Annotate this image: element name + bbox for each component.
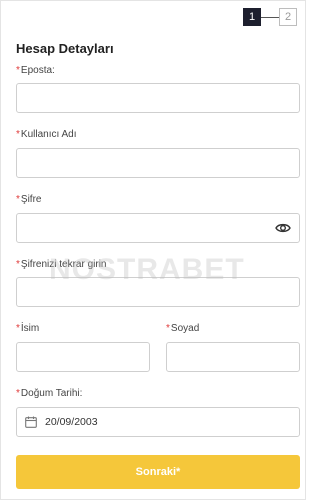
- username-field[interactable]: [16, 148, 300, 178]
- calendar-icon: [25, 416, 37, 428]
- last-name-label: *Soyad: [166, 323, 199, 334]
- next-button[interactable]: Sonraki*: [16, 455, 300, 489]
- first-name-field[interactable]: [16, 342, 150, 372]
- email-label: *Eposta:: [16, 65, 55, 76]
- password-label: *Şifre: [16, 194, 41, 205]
- required-mark: *: [16, 129, 20, 140]
- username-label-text: Kullanıcı Adı: [20, 129, 77, 140]
- step-2[interactable]: 2: [279, 8, 297, 26]
- first-name-label-text: İsim: [20, 323, 40, 334]
- birth-date-label: *Doğum Tarihi:: [16, 388, 82, 399]
- section-title: Hesap Detayları: [16, 41, 114, 56]
- required-mark: *: [16, 259, 20, 270]
- required-mark: *: [16, 194, 20, 205]
- last-name-label-text: Soyad: [170, 323, 200, 334]
- email-input[interactable]: [17, 84, 299, 112]
- birth-date-value[interactable]: 20/09/2003: [45, 408, 98, 436]
- last-name-field[interactable]: [166, 342, 300, 372]
- email-label-text: Eposta:: [20, 65, 55, 76]
- eye-icon[interactable]: [275, 221, 291, 235]
- first-name-input[interactable]: [17, 343, 149, 371]
- first-name-label: *İsim: [16, 323, 39, 334]
- registration-form: 1 2 Hesap Detayları *Eposta: *Kullanıcı …: [0, 0, 306, 500]
- email-field[interactable]: [16, 83, 300, 113]
- required-mark: *: [16, 323, 20, 334]
- password-label-text: Şifre: [20, 194, 42, 205]
- password-field[interactable]: [16, 213, 300, 243]
- username-input[interactable]: [17, 149, 299, 177]
- last-name-input[interactable]: [167, 343, 299, 371]
- watermark: NOSTRABET: [49, 253, 245, 286]
- birth-date-label-text: Doğum Tarihi:: [20, 388, 83, 399]
- required-mark: *: [16, 65, 20, 76]
- password-input[interactable]: [17, 214, 299, 242]
- step-1[interactable]: 1: [243, 8, 261, 26]
- required-mark: *: [16, 388, 20, 399]
- required-mark: *: [166, 323, 170, 334]
- step-connector: [261, 16, 279, 18]
- step-indicator: 1 2: [243, 8, 297, 26]
- birth-date-field[interactable]: 20/09/2003: [16, 407, 300, 437]
- username-label: *Kullanıcı Adı: [16, 129, 77, 140]
